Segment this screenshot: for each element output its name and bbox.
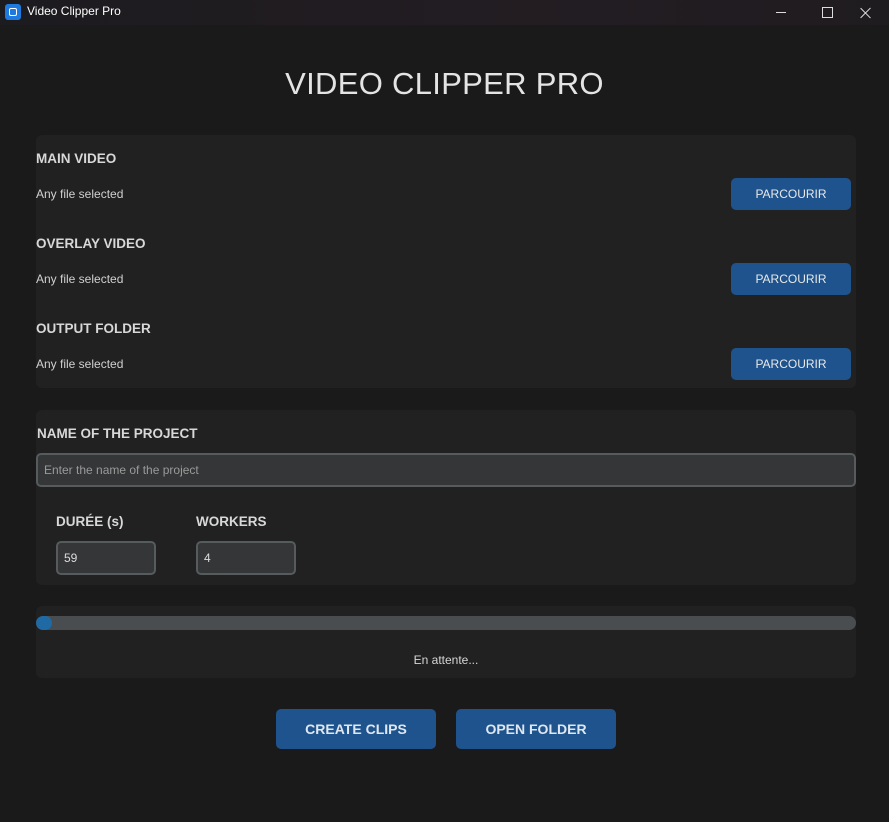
maximize-icon — [821, 7, 833, 18]
project-name-label: NAME OF THE PROJECT — [37, 426, 198, 441]
page-title: VIDEO CLIPPER PRO — [285, 66, 604, 101]
status-text: En attente... — [413, 653, 479, 667]
open-folder-button[interactable]: OPEN FOLDER — [456, 709, 616, 749]
output-folder-label: OUTPUT FOLDER — [36, 321, 151, 336]
progress-bar-fill — [36, 616, 52, 630]
duration-label: DURÉE (s) — [56, 514, 124, 529]
app-icon — [5, 4, 21, 20]
output-folder-status: Any file selected — [36, 357, 124, 371]
minimize-icon — [776, 12, 786, 13]
main-video-browse-button[interactable]: PARCOURIR — [731, 178, 851, 210]
create-clips-button[interactable]: CREATE CLIPS — [276, 709, 436, 749]
overlay-video-label: OVERLAY VIDEO — [36, 236, 146, 251]
progress-panel: En attente... — [36, 606, 856, 678]
workers-input[interactable] — [196, 541, 296, 575]
main-video-label: MAIN VIDEO — [36, 151, 117, 166]
workers-label: WORKERS — [196, 514, 267, 529]
overlay-video-status: Any file selected — [36, 272, 124, 286]
close-button[interactable] — [843, 0, 889, 25]
duration-input[interactable] — [56, 541, 156, 575]
project-settings-panel: NAME OF THE PROJECT DURÉE (s) WORKERS — [36, 410, 856, 585]
file-selection-panel: MAIN VIDEO Any file selected PARCOURIR O… — [36, 135, 856, 388]
main-video-status: Any file selected — [36, 187, 124, 201]
progress-bar — [36, 616, 856, 630]
close-icon — [860, 7, 872, 19]
project-name-input[interactable] — [36, 453, 856, 487]
minimize-button[interactable] — [758, 0, 804, 25]
overlay-video-browse-button[interactable]: PARCOURIR — [731, 263, 851, 295]
window-title: Video Clipper Pro — [27, 4, 121, 18]
title-bar: Video Clipper Pro — [0, 0, 889, 25]
output-folder-browse-button[interactable]: PARCOURIR — [731, 348, 851, 380]
